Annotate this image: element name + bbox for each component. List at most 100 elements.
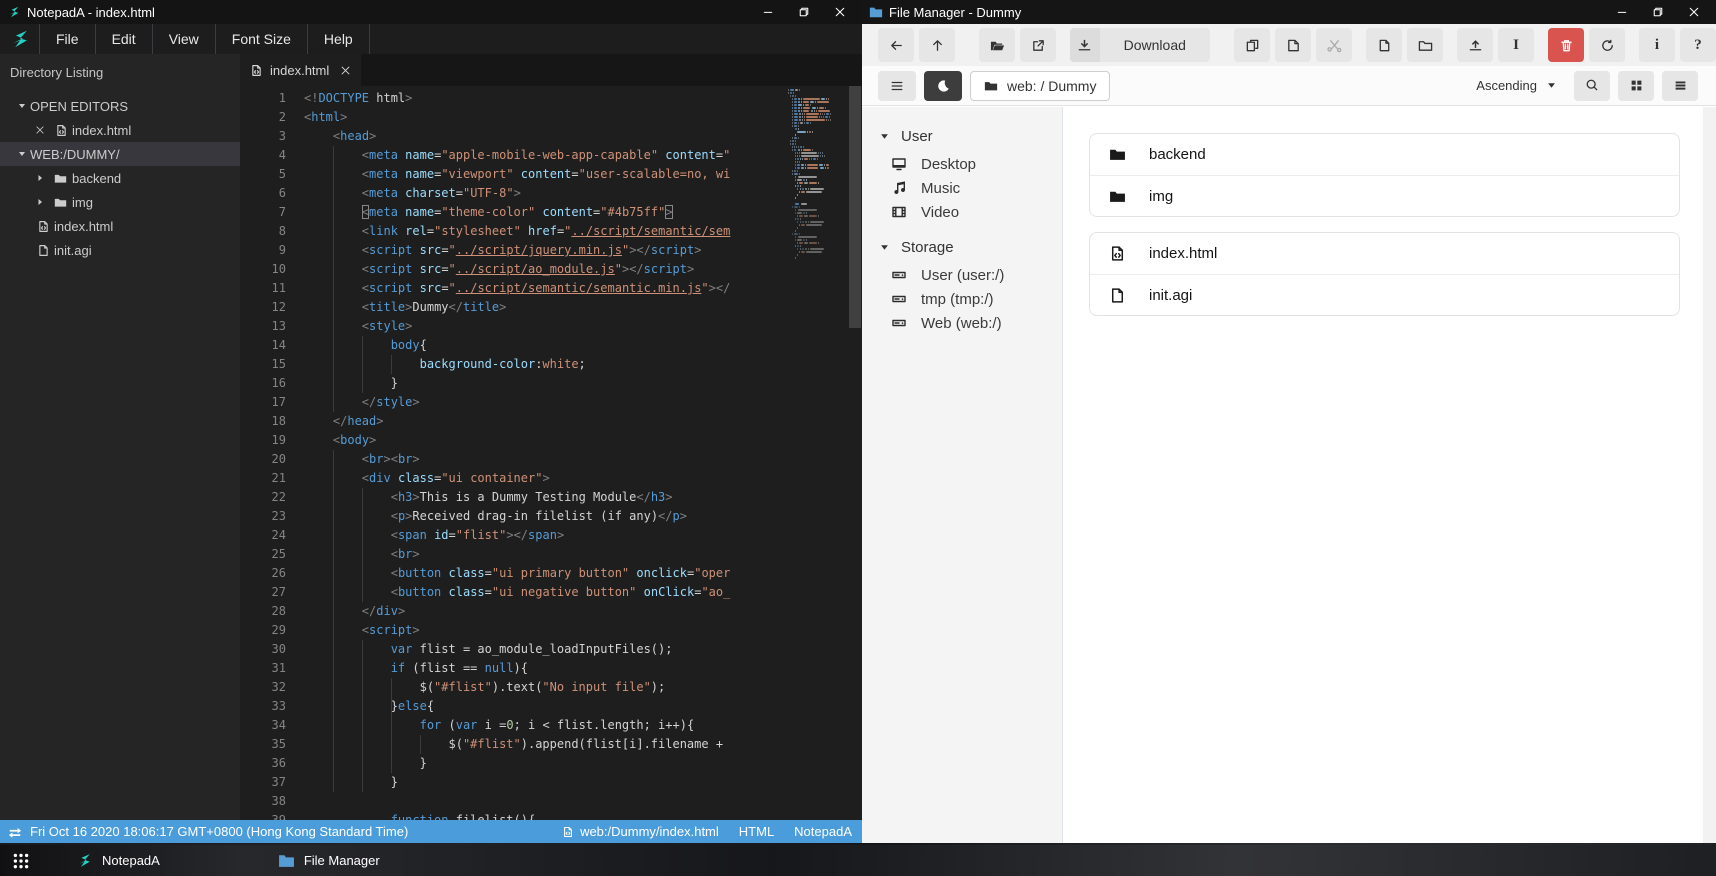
code-line-1[interactable]: <!DOCTYPE html>: [304, 89, 786, 108]
code-line-39[interactable]: function filelist(){: [304, 811, 786, 820]
code-line-15[interactable]: background-color:white;: [304, 355, 786, 374]
close-tab-icon[interactable]: [340, 65, 351, 76]
code-line-22[interactable]: <h3>This is a Dummy Testing Module</h3>: [304, 488, 786, 507]
code-line-18[interactable]: </head>: [304, 412, 786, 431]
code-line-36[interactable]: }: [304, 754, 786, 773]
sidebar-group-user[interactable]: User: [862, 121, 1062, 152]
file-row-index-html[interactable]: index.html: [1090, 233, 1679, 274]
menu-edit[interactable]: Edit: [96, 24, 153, 54]
taskbar-app-notepada[interactable]: NotepadA: [76, 852, 160, 869]
menu-toggle-button[interactable]: [878, 70, 916, 101]
open-external-button[interactable]: [1020, 28, 1056, 62]
code-editor[interactable]: 1 2 3 4 5 6 7 8 9 10 11 12 13 14 15 16 17 18 19 20 21 22 23 24 2…: [240, 86, 862, 820]
code-line-10[interactable]: <script src="../script/ao_module.js"></s…: [304, 260, 786, 279]
search-button[interactable]: [1574, 70, 1610, 101]
code-line-32[interactable]: $("#flist").text("No input file");: [304, 678, 786, 697]
editor-scrollbar[interactable]: [848, 86, 862, 820]
code-line-8[interactable]: <link rel="stylesheet" href="../script/s…: [304, 222, 786, 241]
minimize-window-icon[interactable]: [762, 6, 774, 18]
code-line-26[interactable]: <button class="ui primary button" onclic…: [304, 564, 786, 583]
code-line-33[interactable]: }else{: [304, 697, 786, 716]
code-line-29[interactable]: <script>: [304, 621, 786, 640]
tree-item-index-html[interactable]: index.html: [0, 214, 240, 238]
file-row-init-agi[interactable]: init.agi: [1090, 274, 1679, 315]
restore-window-icon[interactable]: [1652, 6, 1664, 18]
tree-item-img[interactable]: img: [0, 190, 240, 214]
code-line-6[interactable]: <meta charset="UTF-8">: [304, 184, 786, 203]
sidebar-group-storage[interactable]: Storage: [862, 232, 1062, 263]
scrollbar-thumb[interactable]: [849, 86, 861, 328]
sidebar-item-video[interactable]: Video: [862, 200, 1062, 224]
file-list-scrollbar[interactable]: [1703, 107, 1716, 843]
dark-mode-button[interactable]: [924, 70, 962, 101]
menu-help[interactable]: Help: [308, 24, 370, 54]
menu-file[interactable]: File: [40, 24, 96, 54]
close-window-icon[interactable]: [1688, 6, 1700, 18]
sidebar-item-user-user-[interactable]: User (user:/): [862, 263, 1062, 287]
code-line-2[interactable]: <html>: [304, 108, 786, 127]
code-line-4[interactable]: <meta name="apple-mobile-web-app-capable…: [304, 146, 786, 165]
rename-button[interactable]: I: [1498, 28, 1534, 62]
code-line-21[interactable]: <div class="ui container">: [304, 469, 786, 488]
paste-button[interactable]: [1275, 28, 1311, 62]
code-line-27[interactable]: <button class="ui negative button" onCli…: [304, 583, 786, 602]
file-row-img[interactable]: img: [1090, 175, 1679, 216]
new-folder-button[interactable]: [1407, 28, 1443, 62]
cut-button[interactable]: [1316, 28, 1352, 62]
code-line-28[interactable]: </div>: [304, 602, 786, 621]
file-row-backend[interactable]: backend: [1090, 134, 1679, 175]
minimap[interactable]: [788, 88, 848, 820]
code-line-16[interactable]: }: [304, 374, 786, 393]
tree-item-open-editors[interactable]: OPEN EDITORS: [0, 94, 240, 118]
tree-item-web-dummy-[interactable]: WEB:/DUMMY/: [0, 142, 240, 166]
code-line-7[interactable]: <meta name="theme-color" content="#4b75f…: [304, 203, 786, 222]
tree-item-index-html[interactable]: index.html: [0, 118, 240, 142]
copy-button[interactable]: [1234, 28, 1270, 62]
code-line-31[interactable]: if (flist == null){: [304, 659, 786, 678]
grid-view-button[interactable]: [1618, 70, 1654, 101]
taskbar-app-file-manager[interactable]: File Manager: [278, 852, 380, 869]
code-line-20[interactable]: <br><br>: [304, 450, 786, 469]
back-button[interactable]: [878, 28, 914, 62]
code-line-34[interactable]: for (var i =0; i < flist.length; i++){: [304, 716, 786, 735]
upload-button[interactable]: [1457, 28, 1493, 62]
app-launcher-button[interactable]: [12, 852, 30, 870]
tree-item-init-agi[interactable]: init.agi: [0, 238, 240, 262]
help-button[interactable]: ?: [1680, 28, 1716, 62]
sort-order-dropdown[interactable]: Ascending: [1466, 71, 1566, 100]
refresh-button[interactable]: [1589, 28, 1625, 62]
code-line-12[interactable]: <title>Dummy</title>: [304, 298, 786, 317]
restore-window-icon[interactable]: [798, 6, 810, 18]
code-line-9[interactable]: <script src="../script/jquery.min.js"></…: [304, 241, 786, 260]
sidebar-item-web-web-[interactable]: Web (web:/): [862, 311, 1062, 335]
code-line-11[interactable]: <script src="../script/semantic/semantic…: [304, 279, 786, 298]
minimize-window-icon[interactable]: [1616, 6, 1628, 18]
open-button[interactable]: [979, 28, 1015, 62]
new-file-button[interactable]: [1366, 28, 1402, 62]
info-button[interactable]: i: [1639, 28, 1675, 62]
menu-view[interactable]: View: [153, 24, 216, 54]
code-line-13[interactable]: <style>: [304, 317, 786, 336]
up-button[interactable]: [919, 28, 955, 62]
code-line-37[interactable]: }: [304, 773, 786, 792]
code-line-5[interactable]: <meta name="viewport" content="user-scal…: [304, 165, 786, 184]
tab-index-html[interactable]: index.html: [240, 54, 362, 86]
close-window-icon[interactable]: [834, 6, 846, 18]
sidebar-item-tmp-tmp-[interactable]: tmp (tmp:/): [862, 287, 1062, 311]
list-view-button[interactable]: [1662, 70, 1698, 101]
tree-item-backend[interactable]: backend: [0, 166, 240, 190]
code-line-35[interactable]: $("#flist").append(flist[i].filename +: [304, 735, 786, 754]
code-line-38[interactable]: [304, 792, 786, 811]
sidebar-item-music[interactable]: Music: [862, 176, 1062, 200]
delete-button[interactable]: [1548, 28, 1584, 62]
code-line-14[interactable]: body{: [304, 336, 786, 355]
download-button[interactable]: Download: [1070, 28, 1210, 62]
code-text[interactable]: <!DOCTYPE html> <html> <head> <meta name=…: [304, 89, 786, 820]
menu-font-size[interactable]: Font Size: [216, 24, 308, 54]
code-line-3[interactable]: <head>: [304, 127, 786, 146]
code-line-19[interactable]: <body>: [304, 431, 786, 450]
code-line-23[interactable]: <p>Received drag-in filelist (if any)</p…: [304, 507, 786, 526]
code-line-17[interactable]: </style>: [304, 393, 786, 412]
path-input[interactable]: web: / Dummy: [970, 70, 1111, 101]
code-line-30[interactable]: var flist = ao_module_loadInputFiles();: [304, 640, 786, 659]
